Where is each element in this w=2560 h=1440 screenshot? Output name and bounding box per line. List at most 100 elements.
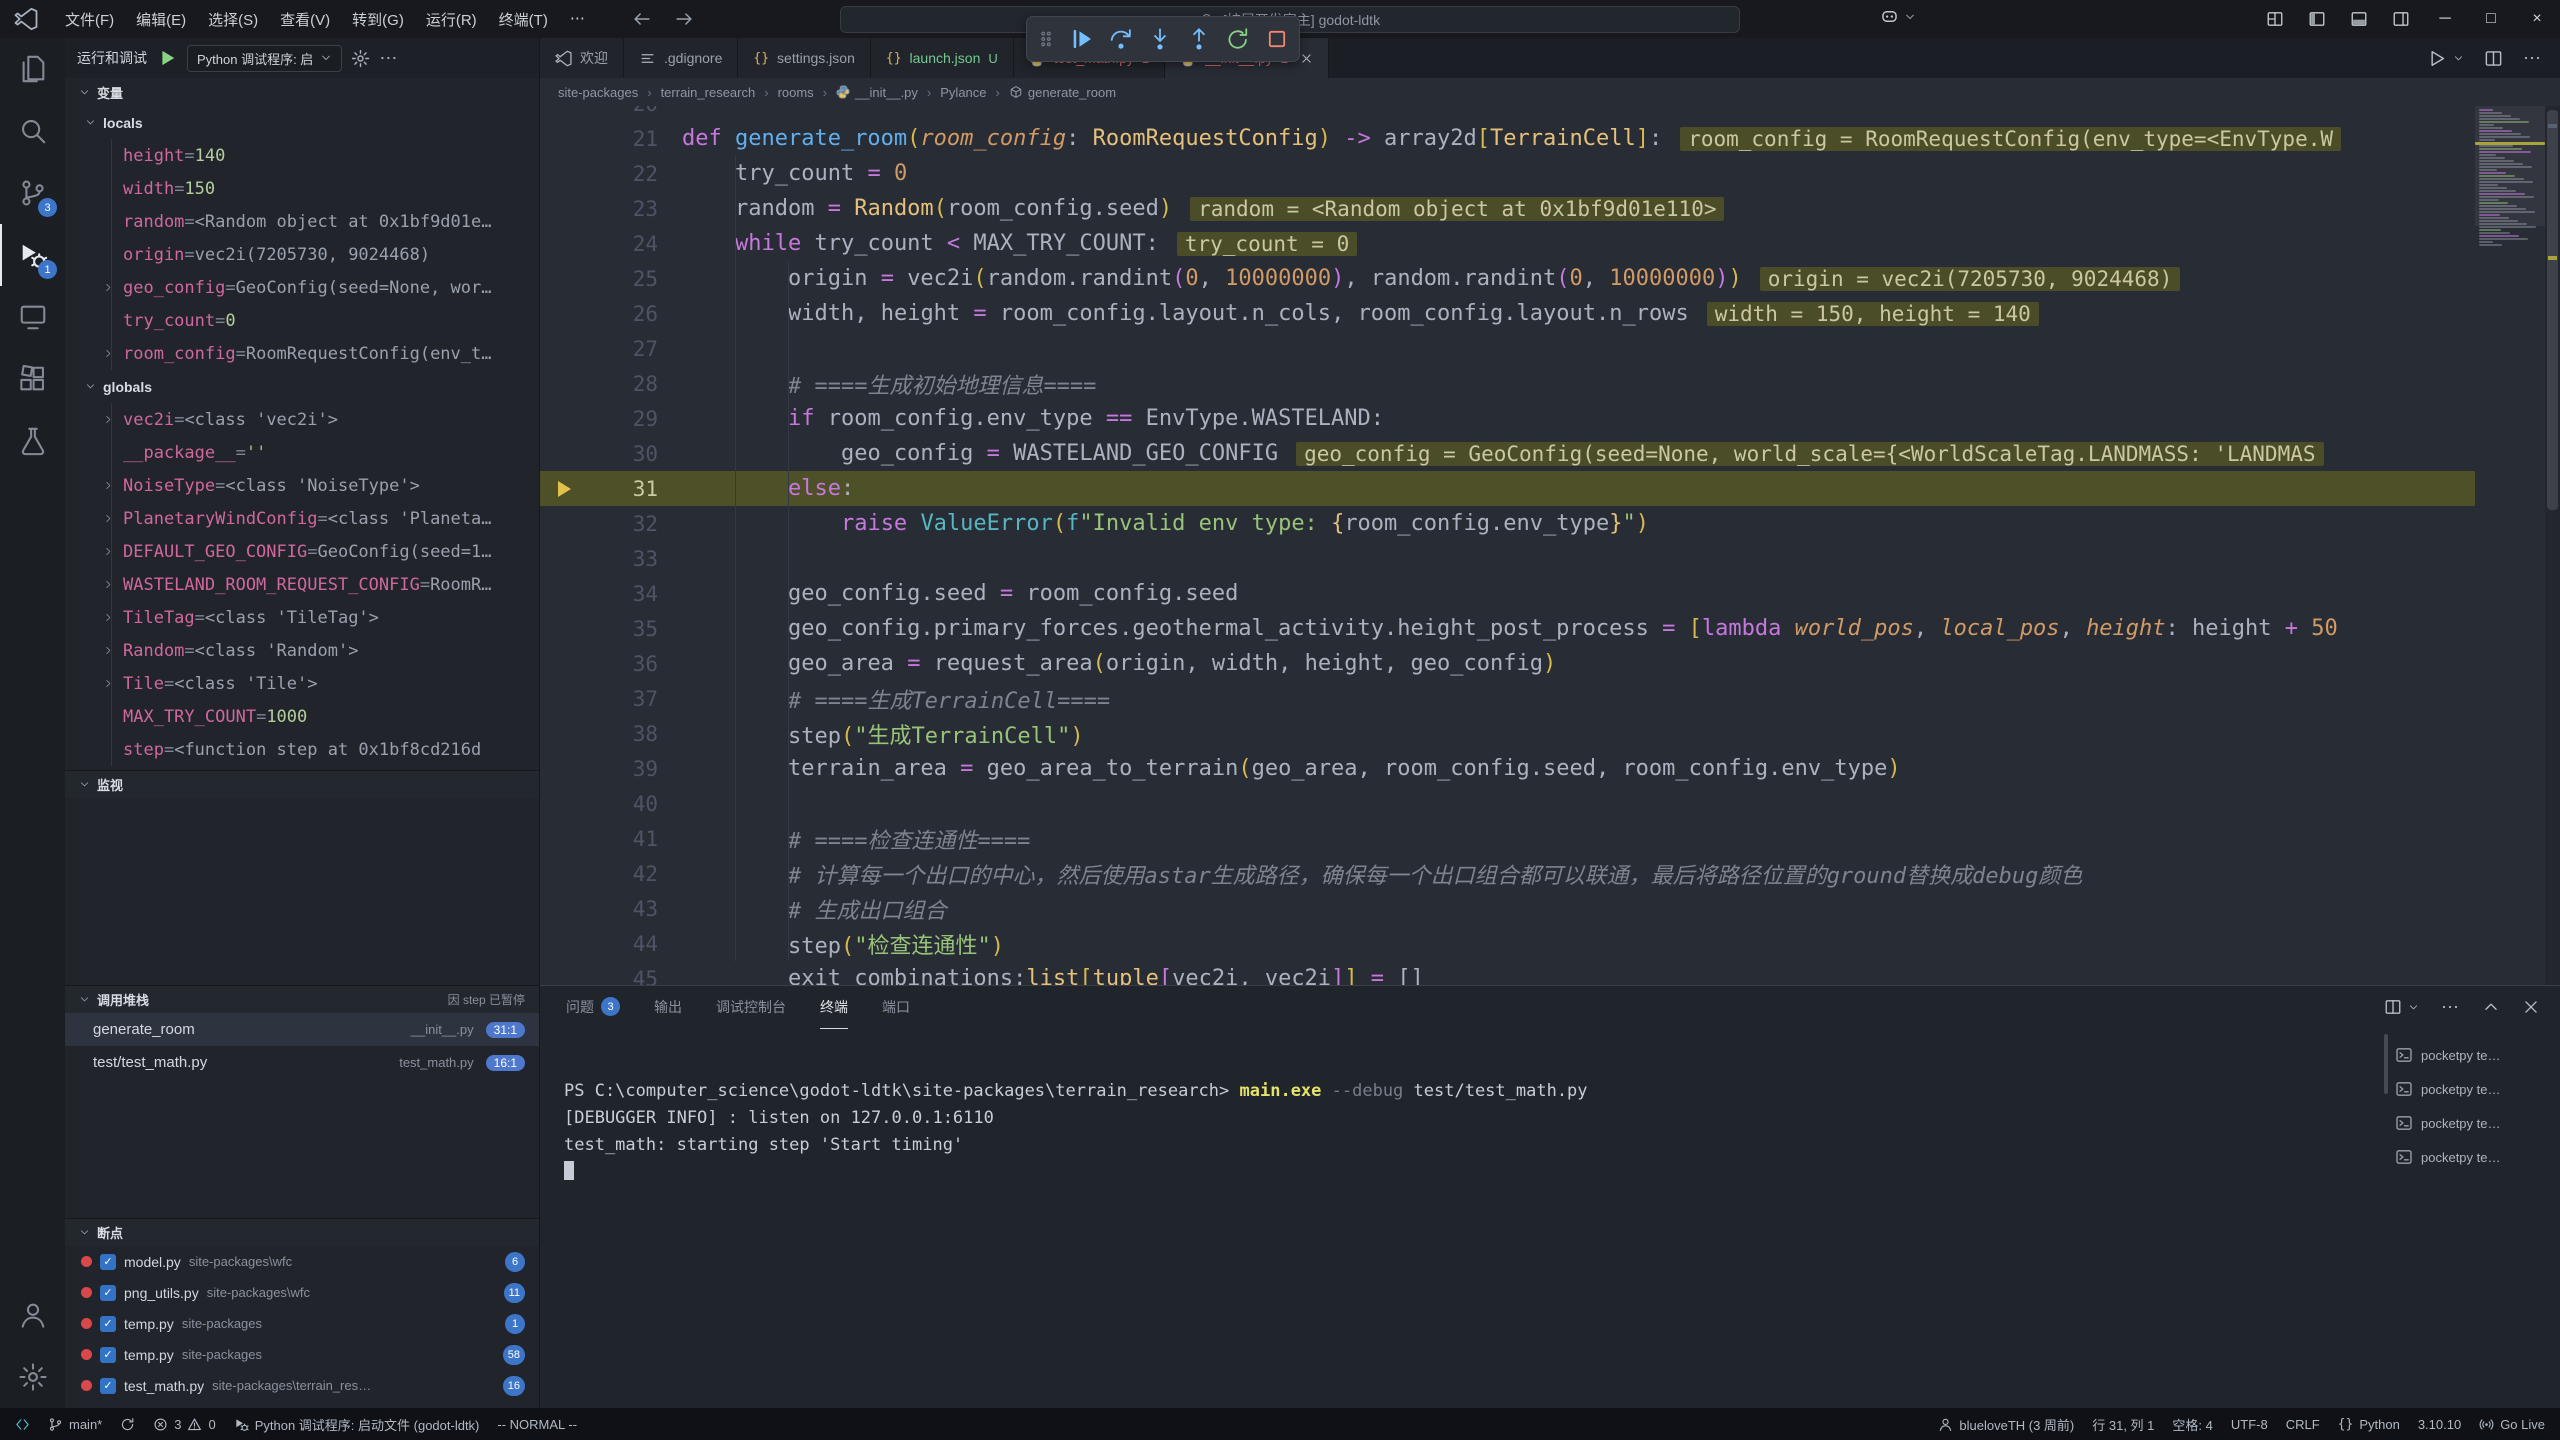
status-eol[interactable]: CRLF xyxy=(2277,1408,2329,1440)
tab-settings.json[interactable]: {}settings.json xyxy=(738,38,870,78)
more-actions-icon[interactable]: ⋯ xyxy=(2523,48,2542,69)
checkbox-checked[interactable]: ✓ xyxy=(100,1254,116,1270)
start-debug-icon[interactable] xyxy=(158,48,178,68)
code-editor[interactable]: 2021def generate_room(room_config: RoomR… xyxy=(540,106,2560,985)
gear-icon[interactable] xyxy=(351,49,370,68)
code-line[interactable]: 43 # 生成出口组合 xyxy=(540,891,2475,926)
minimap[interactable] xyxy=(2475,106,2545,256)
close-panel-icon[interactable] xyxy=(2522,998,2540,1016)
terminal-session[interactable]: pocketpy te… xyxy=(2395,1072,2550,1106)
menu-item[interactable]: 终端(T) xyxy=(488,5,559,34)
terminal-session[interactable]: pocketpy te… xyxy=(2395,1106,2550,1140)
variable-row[interactable]: height = 140 xyxy=(65,139,539,172)
gutter[interactable]: 21 xyxy=(540,121,670,156)
gutter[interactable]: 45 xyxy=(540,961,670,985)
panel-tab-端口[interactable]: 端口 xyxy=(882,986,910,1029)
terminal[interactable]: PS C:\computer_science\godot-ldtk\site-p… xyxy=(540,1028,2390,1408)
variable-row[interactable]: width = 150 xyxy=(65,172,539,205)
gutter[interactable]: 35 xyxy=(540,611,670,646)
gutter[interactable]: 34 xyxy=(540,576,670,611)
variable-row[interactable]: geo_config = GeoConfig(seed=None, wor… xyxy=(65,271,539,304)
terminal-session[interactable]: pocketpy te… xyxy=(2395,1140,2550,1174)
gutter[interactable]: 42 xyxy=(540,856,670,891)
continue-button[interactable] xyxy=(1070,27,1094,51)
panel-tab-问题[interactable]: 问题3 xyxy=(566,986,620,1029)
code-line[interactable]: 40 xyxy=(540,786,2475,821)
gutter[interactable]: 39 xyxy=(540,751,670,786)
step-into-button[interactable] xyxy=(1148,27,1172,51)
variable-row[interactable]: origin = vec2i(7205730, 9024468) xyxy=(65,238,539,271)
breadcrumb-item[interactable]: terrain_research xyxy=(661,85,756,100)
menu-item[interactable]: 转到(G) xyxy=(341,5,415,34)
gutter[interactable]: 22 xyxy=(540,156,670,191)
status-remote-indicator[interactable] xyxy=(6,1408,39,1440)
breadcrumb-item[interactable]: rooms xyxy=(778,85,814,100)
stack-frame[interactable]: generate_room__init__.py31:1 xyxy=(65,1013,539,1046)
code-line[interactable]: 35 geo_config.primary_forces.geothermal_… xyxy=(540,611,2475,646)
variable-row[interactable]: MAX_TRY_COUNT = 1000 xyxy=(65,700,539,733)
code-line[interactable]: 27 xyxy=(540,331,2475,366)
code-line[interactable]: 37 # ====生成TerrainCell==== xyxy=(540,681,2475,716)
menu-item[interactable]: 编辑(E) xyxy=(125,5,197,34)
variable-row[interactable]: WASTELAND_ROOM_REQUEST_CONFIG = RoomR… xyxy=(65,568,539,601)
variable-row[interactable]: TileTag = <class 'TileTag'> xyxy=(65,601,539,634)
menu-item[interactable]: 查看(V) xyxy=(269,5,341,34)
code-line[interactable]: 42 # 计算每一个出口的中心，然后使用astar生成路径，确保每一个出口组合都… xyxy=(540,856,2475,891)
drag-handle-icon[interactable] xyxy=(1037,30,1055,48)
editor-scrollbar[interactable] xyxy=(2545,106,2560,985)
gutter[interactable]: 31 xyxy=(540,471,670,506)
watch-header[interactable]: 监视 xyxy=(65,770,539,798)
variable-row[interactable]: try_count = 0 xyxy=(65,304,539,337)
activity-explorer[interactable] xyxy=(0,38,65,100)
gutter[interactable]: 27 xyxy=(540,331,670,366)
status-go-live[interactable]: Go Live xyxy=(2470,1408,2554,1440)
checkbox-checked[interactable]: ✓ xyxy=(100,1316,116,1332)
close-button[interactable]: × xyxy=(2514,0,2560,38)
breakpoints-header[interactable]: 断点 xyxy=(65,1218,539,1246)
gutter[interactable]: 36 xyxy=(540,646,670,681)
step-out-button[interactable] xyxy=(1187,27,1211,51)
variable-row[interactable]: NoiseType = <class 'NoiseType'> xyxy=(65,469,539,502)
maximize-panel-icon[interactable] xyxy=(2482,998,2500,1016)
menu-item[interactable]: 文件(F) xyxy=(54,5,125,34)
code-line[interactable]: 24 while try_count < MAX_TRY_COUNT:try_c… xyxy=(540,226,2475,261)
gutter[interactable]: 23 xyxy=(540,191,670,226)
breakpoint-row[interactable]: ✓temp.pysite-packages58 xyxy=(65,1339,539,1370)
copilot-menu[interactable] xyxy=(1880,7,1916,26)
variable-row[interactable]: PlanetaryWindConfig = <class 'Planeta… xyxy=(65,502,539,535)
scope-globals[interactable]: globals xyxy=(65,370,539,403)
variables-header[interactable]: 变量 xyxy=(65,78,539,106)
code-line[interactable]: 44 step("检查连通性") xyxy=(540,926,2475,961)
maximize-button[interactable]: □ xyxy=(2468,0,2514,38)
panel-tab-输出[interactable]: 输出 xyxy=(654,986,682,1029)
gutter[interactable]: 20 xyxy=(540,106,670,121)
toggle-secondary-sidebar-icon[interactable] xyxy=(2392,10,2410,28)
close-icon[interactable] xyxy=(1300,52,1313,65)
status-problems[interactable]: 30 xyxy=(144,1408,224,1440)
code-line[interactable]: 21def generate_room(room_config: RoomReq… xyxy=(540,121,2475,156)
gutter[interactable]: 38 xyxy=(540,716,670,751)
tab-.gdignore[interactable]: .gdignore xyxy=(624,38,738,78)
code-line[interactable]: 31 else: xyxy=(540,471,2475,506)
breadcrumb-item[interactable]: Pylance xyxy=(940,85,986,100)
gutter[interactable]: 44 xyxy=(540,926,670,961)
menu-item[interactable]: 选择(S) xyxy=(197,5,269,34)
code-line[interactable]: 29 if room_config.env_type == EnvType.WA… xyxy=(540,401,2475,436)
code-line[interactable]: 26 width, height = room_config.layout.n_… xyxy=(540,296,2475,331)
variable-row[interactable]: vec2i = <class 'vec2i'> xyxy=(65,403,539,436)
breakpoint-row[interactable]: ✓png_utils.pysite-packages\wfc11 xyxy=(65,1277,539,1308)
gutter[interactable]: 24 xyxy=(540,226,670,261)
menu-item[interactable]: 运行(R) xyxy=(415,5,488,34)
menu-item[interactable]: ⋯ xyxy=(559,5,596,34)
status-debug-status[interactable]: Python 调试程序: 启动文件 (godot-ldtk) xyxy=(225,1408,489,1440)
toggle-sidebar-icon[interactable] xyxy=(2308,10,2326,28)
panel-tab-调试控制台[interactable]: 调试控制台 xyxy=(716,986,786,1029)
code-line[interactable]: 36 geo_area = request_area(origin, width… xyxy=(540,646,2475,681)
debug-config-select[interactable]: Python 调试程序: 启 xyxy=(187,45,342,72)
call-stack-header[interactable]: 调用堆栈 因 step 已暂停 xyxy=(65,985,539,1013)
split-editor-icon[interactable] xyxy=(2484,49,2503,68)
chevron-down-icon[interactable] xyxy=(2453,53,2464,64)
status-git-sync[interactable] xyxy=(111,1408,144,1440)
back-icon[interactable] xyxy=(632,9,652,29)
gutter[interactable]: 40 xyxy=(540,786,670,821)
